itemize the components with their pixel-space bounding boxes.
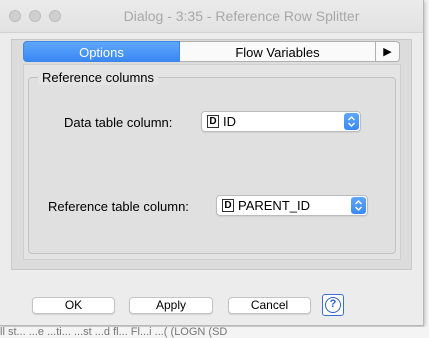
help-button[interactable]: ? — [322, 294, 344, 316]
chevron-up-down-icon[interactable] — [351, 197, 366, 214]
reference-table-column-value: PARENT_ID — [238, 198, 310, 213]
tab-panel: Options Flow Variables ▶ Reference colum… — [11, 39, 412, 270]
data-table-column-select[interactable]: D ID — [201, 111, 361, 132]
window-title: Dialog - 3:35 - Reference Row Splitter — [123, 8, 360, 24]
reference-columns-group: Reference columns Data table column: D I… — [28, 70, 396, 254]
title-bar[interactable]: Dialog - 3:35 - Reference Row Splitter — [0, 0, 423, 33]
data-table-column-label: Data table column: — [64, 115, 173, 130]
apply-button[interactable]: Apply — [129, 297, 213, 314]
data-type-badge: D — [207, 115, 219, 128]
tab-options[interactable]: Options — [23, 41, 180, 62]
help-icon: ? — [325, 297, 341, 313]
close-window-icon[interactable] — [9, 10, 21, 22]
tab-bar: Options Flow Variables ▶ — [23, 41, 400, 62]
tab-scroll-right-icon[interactable]: ▶ — [376, 41, 400, 62]
data-table-column-value: ID — [223, 114, 236, 129]
reference-table-column-select[interactable]: D PARENT_ID — [216, 195, 368, 216]
reference-table-column-label: Reference table column: — [48, 199, 189, 214]
background-status-text: ll st... ...e ...ti... ...st ...d fl... … — [0, 327, 429, 338]
tab-flow-variables[interactable]: Flow Variables — [180, 41, 376, 62]
options-content: Reference columns Data table column: D I… — [23, 64, 401, 260]
group-title: Reference columns — [38, 70, 158, 85]
zoom-window-icon[interactable] — [49, 10, 61, 22]
chevron-up-down-icon[interactable] — [344, 113, 359, 130]
minimize-window-icon[interactable] — [29, 10, 41, 22]
button-bar: OK Apply Cancel ? — [0, 294, 423, 317]
background-app-edge — [424, 0, 429, 327]
ok-button[interactable]: OK — [32, 297, 115, 314]
cancel-button[interactable]: Cancel — [228, 297, 311, 314]
data-type-badge: D — [222, 199, 234, 212]
dialog-window: Dialog - 3:35 - Reference Row Splitter O… — [0, 0, 424, 326]
